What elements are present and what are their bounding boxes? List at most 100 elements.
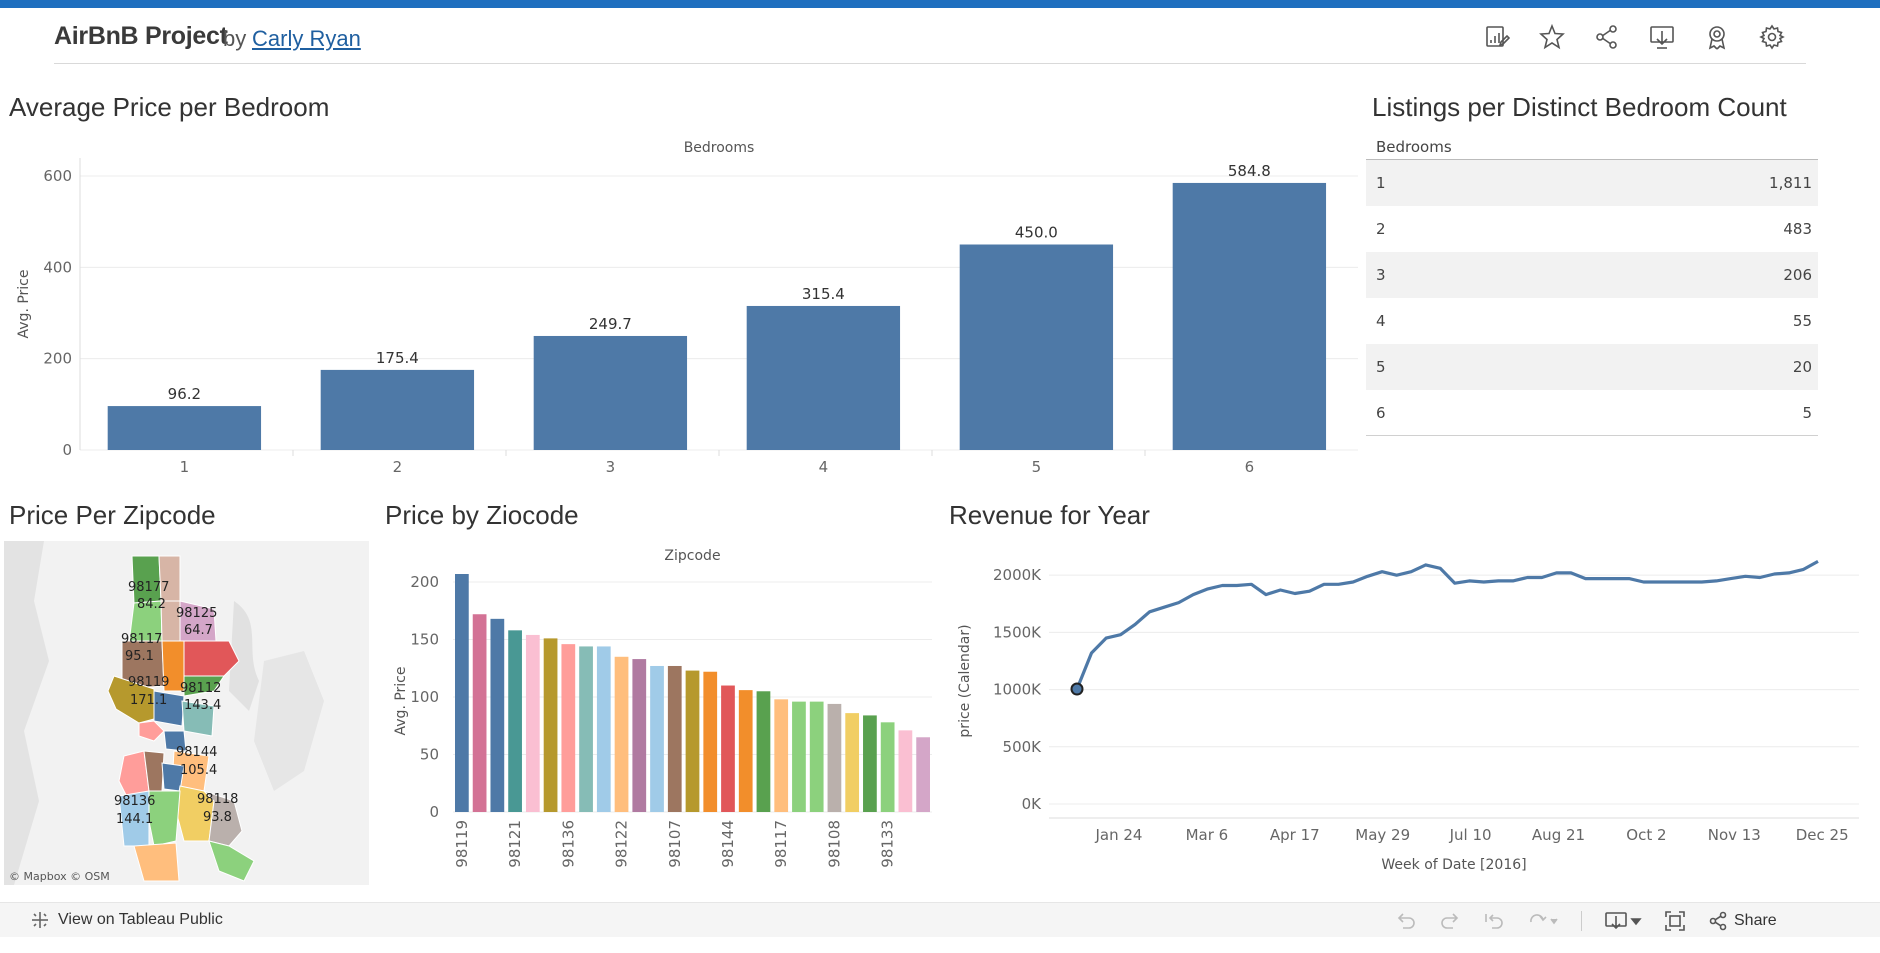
chart3-y-tick: 500K bbox=[1003, 738, 1043, 756]
row-bedrooms: 6 bbox=[1376, 403, 1386, 422]
revenue-line-chart[interactable]: 0K 500K 1000K 1500K 2000K price (Calendar) Jan… bbox=[949, 540, 1869, 895]
table-row[interactable]: 1 1,811 bbox=[1366, 160, 1818, 206]
map-label-price: 93.8 bbox=[203, 810, 232, 825]
map-label-price: 84.2 bbox=[137, 597, 166, 612]
zip-map-title: Price Per Zipcode bbox=[9, 500, 216, 530]
chart3-x-tick: Oct 2 bbox=[1626, 826, 1666, 844]
chart3-y-tick: 0K bbox=[1022, 795, 1043, 813]
chart3-y-tick: 1500K bbox=[993, 623, 1042, 641]
zip-bar-title: Price by Ziocode bbox=[385, 500, 579, 530]
row-count: 20 bbox=[1792, 358, 1812, 376]
avg-price-bar-chart[interactable]: Bedrooms Avg. Price 0 200 400 600 96.2 1 175.4 2 2… bbox=[0, 130, 1365, 480]
chart1-bar bbox=[320, 369, 475, 450]
redo-icon[interactable] bbox=[1439, 908, 1461, 934]
share-icon bbox=[1709, 911, 1727, 931]
chart3-x-tick: May 29 bbox=[1355, 826, 1410, 844]
zip-price-bar-chart[interactable]: Zipcode Avg. Price 0 50 100 150 200 98119 98121 9… bbox=[385, 540, 940, 895]
chart3-x-tick: Jul 10 bbox=[1449, 826, 1492, 844]
chart2-bar bbox=[756, 691, 771, 812]
award-icon[interactable] bbox=[1702, 22, 1732, 52]
chart2-bar bbox=[543, 638, 558, 812]
chart2-bar bbox=[827, 703, 842, 812]
chart2-x-tick: 98119 bbox=[453, 820, 471, 868]
chart2-bar bbox=[667, 665, 682, 812]
row-bedrooms: 5 bbox=[1376, 358, 1386, 376]
refresh-icon[interactable] bbox=[1527, 908, 1559, 934]
author-link[interactable]: Carly Ryan bbox=[252, 26, 361, 52]
header-divider bbox=[54, 63, 1806, 64]
revenue-title: Revenue for Year bbox=[949, 500, 1150, 530]
chart3-x-tick: Mar 6 bbox=[1186, 826, 1229, 844]
chart1-bar bbox=[959, 244, 1114, 450]
table-row[interactable]: 3 206 bbox=[1366, 252, 1818, 298]
zipcode-map[interactable]: 98177 84.2 98125 64.7 98117 95.1 98119 1… bbox=[4, 541, 369, 885]
chart1-bar bbox=[533, 335, 688, 450]
chart3-x-axis-label: Week of Date [2016] bbox=[1381, 857, 1526, 873]
footer-toolbar: Share bbox=[1395, 908, 1777, 934]
download-menu-icon[interactable] bbox=[1604, 908, 1642, 934]
chart3-x-tick: Nov 13 bbox=[1708, 826, 1761, 844]
chart2-bar bbox=[614, 656, 629, 812]
chart1-x-tick: 2 bbox=[393, 458, 403, 476]
table-row[interactable]: 4 55 bbox=[1366, 298, 1818, 344]
table-row[interactable]: 65 bbox=[1366, 390, 1818, 436]
row-count: 206 bbox=[1783, 266, 1812, 284]
chart2-bar bbox=[809, 701, 824, 812]
row-bedrooms: 3 bbox=[1376, 266, 1386, 284]
view-link-label: View on Tableau Public bbox=[58, 911, 223, 928]
undo-icon[interactable] bbox=[1395, 908, 1417, 934]
table-row[interactable]: 5 20 bbox=[1366, 344, 1818, 390]
chart1-data-label: 450.0 bbox=[1015, 224, 1058, 242]
gear-icon[interactable] bbox=[1757, 22, 1787, 52]
chart2-bar bbox=[579, 646, 593, 812]
map-label-zip: 98112 bbox=[180, 681, 221, 696]
star-icon[interactable] bbox=[1537, 22, 1567, 52]
chart2-bar bbox=[774, 699, 789, 812]
table-row[interactable]: 2 483 bbox=[1366, 206, 1818, 252]
chart3-x-tick: Jan 24 bbox=[1095, 826, 1143, 844]
chart2-x-tick: 98117 bbox=[772, 820, 790, 868]
download-icon[interactable] bbox=[1647, 22, 1677, 52]
map-label-price: 143.4 bbox=[184, 698, 221, 713]
edit-report-icon[interactable] bbox=[1482, 22, 1512, 52]
map-label-zip: 98144 bbox=[176, 745, 217, 760]
map-attribution[interactable]: © Mapbox © OSM bbox=[9, 870, 110, 883]
chart3-x-tick: Dec 25 bbox=[1796, 826, 1849, 844]
chart1-data-label: 175.4 bbox=[376, 349, 419, 367]
chart1-data-label: 584.8 bbox=[1228, 162, 1271, 180]
row-bedrooms: 2 bbox=[1376, 220, 1386, 238]
chart1-bar bbox=[746, 305, 901, 450]
share-nodes-icon[interactable] bbox=[1592, 22, 1622, 52]
chart2-bar bbox=[508, 630, 522, 812]
footer-divider bbox=[1581, 911, 1582, 931]
map-label-price: 171.1 bbox=[130, 693, 167, 708]
chart3-x-tick: Apr 17 bbox=[1270, 826, 1320, 844]
map-label-price: 105.4 bbox=[180, 763, 217, 778]
revert-icon[interactable] bbox=[1483, 908, 1505, 934]
listings-table: Bedrooms 1 1,811 2 483 3 206 4 55 5 20 65 bbox=[1366, 138, 1818, 436]
chart3-y-tick: 1000K bbox=[993, 681, 1042, 699]
fullscreen-icon[interactable] bbox=[1664, 908, 1686, 934]
row-bedrooms: 4 bbox=[1376, 312, 1386, 330]
share-button[interactable]: Share bbox=[1708, 911, 1777, 931]
chart2-bar bbox=[455, 574, 469, 812]
chart2-bar bbox=[632, 659, 647, 812]
chart1-y-tick: 400 bbox=[43, 258, 72, 276]
map-label-zip: 98136 bbox=[114, 794, 155, 809]
workbook-title: AirBnB Project bbox=[54, 22, 228, 50]
chart1-bar bbox=[107, 406, 262, 450]
chart2-bar bbox=[863, 715, 877, 812]
chart1-top-label: Bedrooms bbox=[684, 140, 755, 156]
chart2-bar bbox=[792, 701, 806, 812]
chart2-x-tick: 98108 bbox=[825, 820, 843, 868]
chart2-bar bbox=[898, 730, 913, 812]
row-count: 483 bbox=[1783, 220, 1812, 238]
chart1-y-axis-label: Avg. Price bbox=[16, 270, 32, 339]
chart1-bar bbox=[1172, 182, 1327, 450]
chart2-bar bbox=[916, 737, 930, 812]
view-on-tableau-link[interactable]: View on Tableau Public bbox=[30, 910, 223, 930]
map-label-price: 95.1 bbox=[125, 649, 154, 664]
chart1-data-label: 249.7 bbox=[589, 315, 632, 333]
map-label-zip: 98119 bbox=[128, 675, 169, 690]
chart2-bar bbox=[490, 618, 505, 812]
